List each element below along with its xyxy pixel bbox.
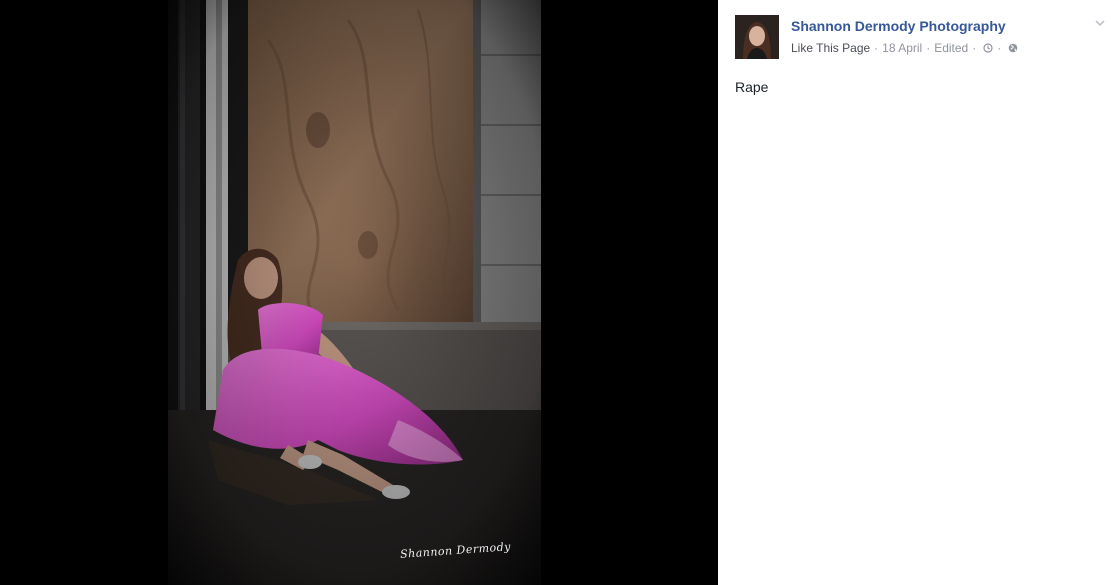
meta-separator: · [997, 41, 1002, 55]
edited-link[interactable]: Edited [934, 41, 968, 55]
avatar-image [735, 15, 779, 59]
page-name-link[interactable]: Shannon Dermody Photography [791, 18, 1006, 34]
meta-separator: · [972, 41, 977, 55]
post-date[interactable]: 18 April [882, 41, 922, 55]
post-caption: Rape [735, 79, 769, 95]
post-header: Shannon Dermody Photography Like This Pa… [735, 15, 1105, 59]
chevron-down-icon[interactable] [1094, 17, 1106, 29]
photo-viewer: Shannon Dermody Shannon Dermody Photogra… [0, 0, 1111, 585]
post-meta: Like This Page · 18 April · Edited · · [791, 41, 1018, 55]
photo-stage[interactable]: Shannon Dermody [0, 0, 718, 585]
profile-avatar[interactable] [735, 15, 779, 59]
meta-separator: · [926, 41, 931, 55]
globe-icon[interactable] [1008, 43, 1018, 53]
edit-history-icon[interactable] [983, 43, 993, 53]
photo-illustration [168, 0, 541, 585]
like-page-link[interactable]: Like This Page [791, 41, 870, 55]
post-panel: Shannon Dermody Photography Like This Pa… [718, 0, 1111, 585]
meta-separator: · [874, 41, 879, 55]
post-photo[interactable]: Shannon Dermody [168, 0, 541, 585]
